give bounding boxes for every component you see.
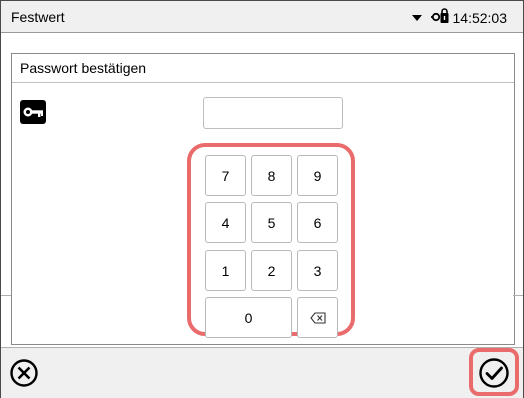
top-bar: Festwert 14:52:03: [1, 1, 523, 33]
backspace-button[interactable]: [297, 297, 338, 338]
lock-icon: [430, 8, 451, 27]
key-8[interactable]: 8: [251, 155, 292, 196]
key-5[interactable]: 5: [251, 202, 292, 243]
page-title: Festwert: [11, 9, 65, 25]
confirm-check-icon: [479, 358, 509, 388]
cancel-circle-icon: [10, 359, 38, 387]
app-window: Festwert 14:52:03 Passwort bestätigen 7 …: [0, 0, 524, 398]
bottom-bar: [1, 347, 523, 398]
key-3[interactable]: 3: [297, 250, 338, 291]
password-input[interactable]: [203, 97, 343, 129]
key-7[interactable]: 7: [205, 155, 246, 196]
clock-time: 14:52:03: [452, 9, 508, 26]
divider: [1, 295, 11, 296]
dialog-title: Passwort bestätigen: [20, 60, 147, 76]
key-1[interactable]: 1: [205, 250, 246, 291]
backspace-icon: [309, 311, 326, 324]
key-2[interactable]: 2: [251, 250, 292, 291]
key-9[interactable]: 9: [297, 155, 338, 196]
key-6[interactable]: 6: [297, 202, 338, 243]
status-area: 14:52:03: [411, 8, 508, 27]
key-4[interactable]: 4: [205, 202, 246, 243]
cancel-button[interactable]: [9, 358, 39, 388]
key-0[interactable]: 0: [205, 297, 292, 338]
dialog-title-bar: Passwort bestätigen: [12, 54, 514, 83]
confirm-button[interactable]: [478, 357, 510, 389]
password-dialog: Passwort bestätigen 7 8 9 4 5 6 1 2 3 0: [11, 53, 515, 345]
chevron-down-icon[interactable]: [411, 14, 422, 21]
key-icon: [20, 100, 46, 124]
divider: [513, 295, 523, 296]
